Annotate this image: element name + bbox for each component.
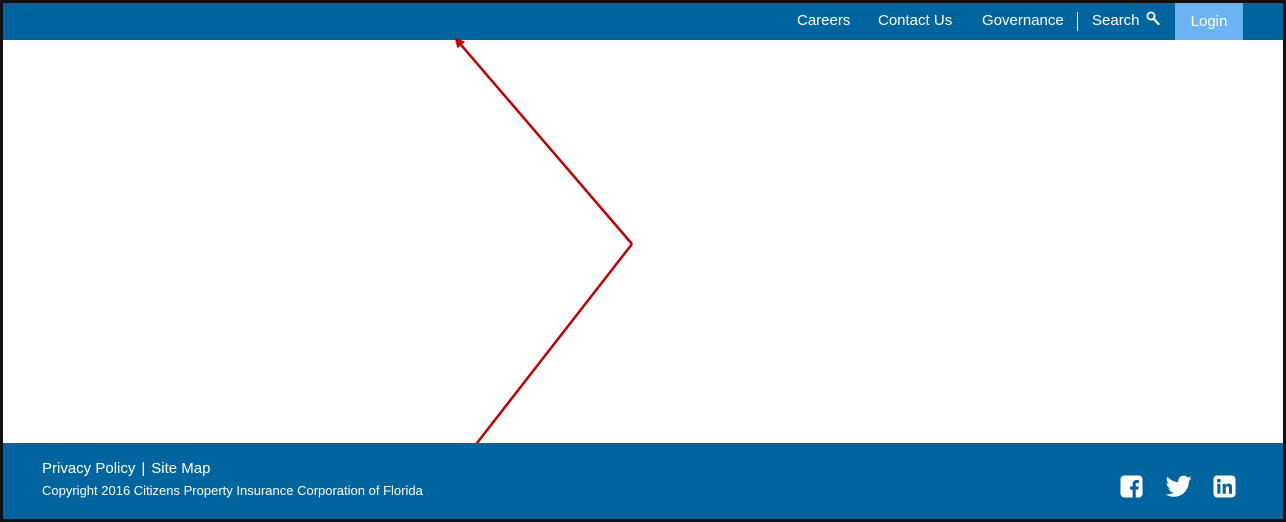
copyright-text: Copyright 2016 Citizens Property Insuran… bbox=[42, 483, 423, 498]
nav-divider bbox=[1077, 12, 1078, 31]
nav-link-contact-us[interactable]: Contact Us bbox=[878, 12, 952, 29]
site-footer: Privacy Policy | Site Map Copyright 2016 C… bbox=[3, 443, 1283, 519]
site-map-link[interactable]: Site Map bbox=[151, 460, 210, 477]
search-label: Search bbox=[1092, 12, 1140, 29]
nav-link-governance[interactable]: Governance bbox=[982, 12, 1064, 29]
linkedin-icon[interactable] bbox=[1213, 475, 1236, 498]
login-button[interactable]: Login bbox=[1175, 3, 1243, 40]
facebook-icon[interactable] bbox=[1120, 475, 1143, 498]
top-navigation-bar: Careers Contact Us Governance Search Log… bbox=[3, 3, 1283, 40]
footer-links: Privacy Policy | Site Map bbox=[42, 460, 210, 477]
privacy-policy-link[interactable]: Privacy Policy bbox=[42, 460, 135, 477]
twitter-icon[interactable] bbox=[1166, 475, 1192, 498]
footer-link-separator: | bbox=[141, 460, 146, 477]
nav-link-careers[interactable]: Careers bbox=[797, 12, 850, 29]
page-frame: Careers Contact Us Governance Search Log… bbox=[0, 0, 1286, 522]
search-icon bbox=[1146, 11, 1160, 26]
main-content-area bbox=[3, 40, 1283, 443]
search-link[interactable]: Search bbox=[1092, 11, 1160, 30]
